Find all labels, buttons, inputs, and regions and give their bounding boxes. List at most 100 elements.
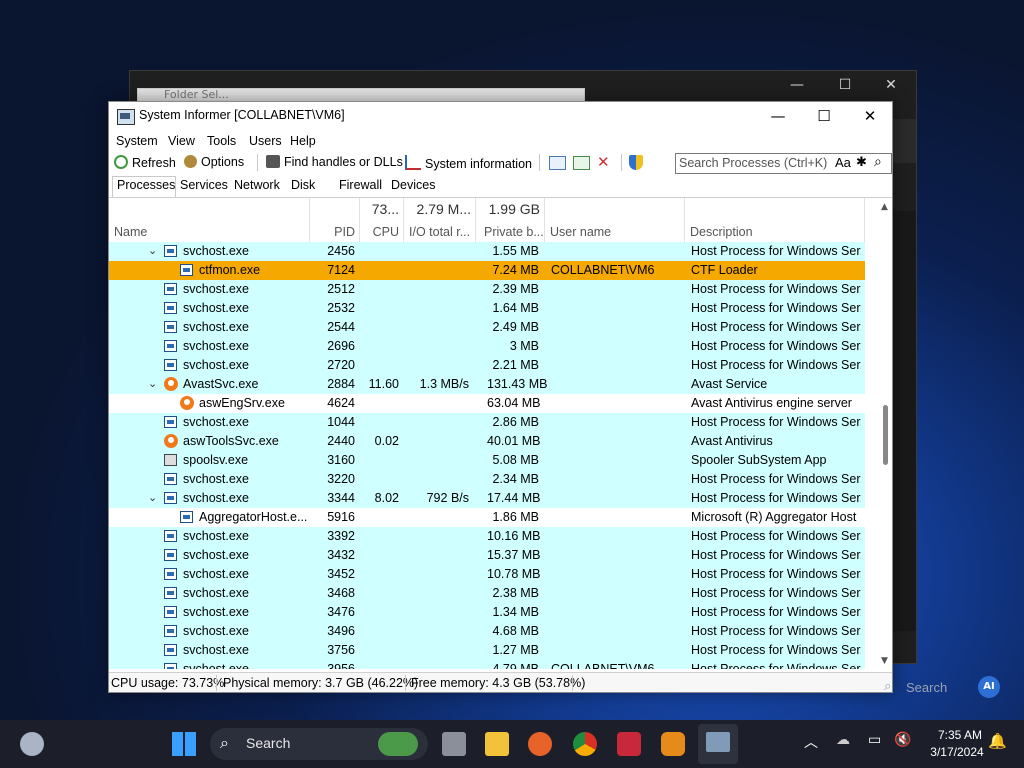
- close-button[interactable]: ✕: [847, 102, 892, 132]
- file-explorer-icon[interactable]: [485, 732, 509, 756]
- clock-date[interactable]: 3/17/2024: [922, 745, 992, 759]
- process-row[interactable]: aswEngSrv.exe 4624 63.04 MB Avast Antivirus…: [109, 394, 865, 413]
- window-arrow-icon[interactable]: [573, 156, 590, 170]
- title-bar[interactable]: System Informer [COLLABNET\VM6] — ☐ ✕: [109, 102, 892, 132]
- close-icon[interactable]: ✕: [876, 77, 906, 93]
- menu-view[interactable]: View: [168, 134, 195, 148]
- process-row[interactable]: svchost.exe 2532 1.64 MB Host Process for W…: [109, 299, 865, 318]
- tab-services[interactable]: Services: [180, 178, 228, 192]
- process-row[interactable]: svchost.exe 2720 2.21 MB Host Process for W…: [109, 356, 865, 375]
- service-icon: [164, 663, 177, 669]
- maximize-button[interactable]: ☐: [801, 102, 847, 132]
- process-row[interactable]: spoolsv.exe 3160 5.08 MB Spooler SubSystem …: [109, 451, 865, 470]
- service-icon: [164, 492, 177, 504]
- system-information-button[interactable]: System information: [405, 155, 532, 173]
- chrome-icon[interactable]: [573, 732, 597, 756]
- process-description: Host Process for Windows Ser...: [691, 320, 861, 334]
- regex-icon[interactable]: ✱: [856, 155, 867, 170]
- minimize-button[interactable]: —: [755, 102, 801, 132]
- menu-users[interactable]: Users: [249, 134, 282, 148]
- process-row[interactable]: svchost.exe 3220 2.34 MB Host Process for W…: [109, 470, 865, 489]
- process-row[interactable]: svchost.exe 2544 2.49 MB Host Process for W…: [109, 318, 865, 337]
- process-row[interactable]: ⌄ svchost.exe 2456 1.55 MB Host Process for …: [109, 242, 865, 261]
- shield-icon[interactable]: [629, 155, 643, 170]
- weather-icon[interactable]: [20, 732, 44, 756]
- chevron-down-icon[interactable]: ⌄: [148, 377, 157, 390]
- cloud-icon[interactable]: ☁: [836, 732, 850, 748]
- process-row[interactable]: svchost.exe 3956 4.79 MB COLLABNET\VM6 Host …: [109, 660, 865, 669]
- find-handles-button[interactable]: Find handles or DLLs: [266, 155, 403, 173]
- chart-icon: [405, 155, 421, 170]
- options-button[interactable]: Options: [184, 155, 244, 173]
- process-row[interactable]: ⌄ AvastSvc.exe 2884 11.60 1.3 MB/s 131.43 MB A…: [109, 375, 865, 394]
- process-row[interactable]: svchost.exe 3756 1.27 MB Host Process for W…: [109, 641, 865, 660]
- process-row[interactable]: svchost.exe 2696 3 MB Host Process for Wind…: [109, 337, 865, 356]
- chevron-down-icon[interactable]: ⌄: [148, 491, 157, 504]
- system-informer-taskbar-button[interactable]: [698, 724, 738, 764]
- column-pid[interactable]: PID: [310, 198, 360, 242]
- scroll-up-icon[interactable]: ▲: [881, 202, 888, 212]
- process-row[interactable]: svchost.exe 3452 10.78 MB Host Process for …: [109, 565, 865, 584]
- recorder-icon[interactable]: [617, 732, 641, 756]
- terminate-icon[interactable]: ✕: [597, 153, 610, 171]
- minimize-icon[interactable]: —: [782, 77, 812, 93]
- menu-system[interactable]: System: [116, 134, 158, 148]
- process-row[interactable]: svchost.exe 1044 2.86 MB Host Process for W…: [109, 413, 865, 432]
- clock-time[interactable]: 7:35 AM: [930, 728, 990, 742]
- column-name[interactable]: Name: [109, 198, 310, 242]
- notification-bell-icon[interactable]: 🔔: [988, 732, 1007, 750]
- process-private-bytes: 3 MB: [509, 339, 539, 353]
- tab-firewall[interactable]: Firewall: [339, 178, 382, 192]
- chevron-down-icon[interactable]: ⌄: [148, 244, 157, 257]
- process-private-bytes: 2.86 MB: [492, 415, 539, 429]
- private-total: 1.99 GB: [488, 201, 540, 217]
- process-pid: 2456: [327, 244, 355, 258]
- process-row[interactable]: svchost.exe 3468 2.38 MB Host Process for W…: [109, 584, 865, 603]
- task-view-icon[interactable]: [442, 732, 466, 756]
- ai-icon[interactable]: AI: [978, 676, 1000, 698]
- process-description: Microsoft (R) Aggregator Host: [691, 510, 857, 524]
- column-cpu[interactable]: 73... CPU: [360, 198, 404, 242]
- window-icon[interactable]: [549, 156, 566, 170]
- menu-tools[interactable]: Tools: [207, 134, 236, 148]
- process-pid: 3476: [327, 605, 355, 619]
- menu-bar: System View Tools Users Help: [109, 132, 892, 152]
- start-icon[interactable]: [172, 732, 196, 756]
- process-row[interactable]: ⌄ svchost.exe 3344 8.02 792 B/s 17.44 MB Host …: [109, 489, 865, 508]
- avast-icon: [164, 434, 178, 448]
- firefox-icon[interactable]: [528, 732, 552, 756]
- taskbar-search[interactable]: ⌕ Search: [210, 728, 428, 760]
- process-row[interactable]: ctfmon.exe 7124 7.24 MB COLLABNET\VM6 CTF Lo…: [109, 261, 865, 280]
- vertical-scrollbar[interactable]: ▲ ▼: [879, 198, 892, 669]
- process-row[interactable]: svchost.exe 3476 1.34 MB Host Process for W…: [109, 603, 865, 622]
- tab-network[interactable]: Network: [234, 178, 280, 192]
- process-row[interactable]: svchost.exe 3496 4.68 MB Host Process for W…: [109, 622, 865, 641]
- column-private-bytes[interactable]: 1.99 GB Private b...: [476, 198, 545, 242]
- tab-devices[interactable]: Devices: [391, 178, 435, 192]
- scroll-thumb[interactable]: [883, 405, 888, 465]
- process-row[interactable]: AggregatorHost.e... 5916 1.86 MB Microsoft …: [109, 508, 865, 527]
- search-input[interactable]: Search Processes (Ctrl+K) Aa ✱ ⌕: [675, 153, 892, 174]
- process-row[interactable]: aswToolsSvc.exe 2440 0.02 40.01 MB Avast Ant…: [109, 432, 865, 451]
- column-io[interactable]: 2.79 M... I/O total r...: [404, 198, 476, 242]
- tab-disk[interactable]: Disk: [291, 178, 315, 192]
- maximize-icon[interactable]: ☐: [830, 77, 860, 93]
- process-row[interactable]: svchost.exe 3432 15.37 MB Host Process for …: [109, 546, 865, 565]
- process-row[interactable]: svchost.exe 3392 10.16 MB Host Process for …: [109, 527, 865, 546]
- process-description: Host Process for Windows Ser...: [691, 282, 861, 296]
- process-row[interactable]: svchost.exe 2512 2.39 MB Host Process for W…: [109, 280, 865, 299]
- chevron-up-icon[interactable]: ︿: [804, 732, 818, 752]
- volume-muted-icon[interactable]: 🔇: [894, 732, 911, 748]
- tab-processes-label[interactable]: Processes: [117, 178, 175, 192]
- background-panel: [890, 119, 916, 163]
- avast-browser-icon[interactable]: [661, 732, 685, 756]
- match-case-toggle[interactable]: Aa: [835, 155, 851, 170]
- column-description[interactable]: Description: [685, 198, 865, 242]
- refresh-button[interactable]: Refresh: [114, 155, 176, 173]
- search-icon[interactable]: ⌕: [874, 154, 882, 170]
- menu-help[interactable]: Help: [290, 134, 316, 148]
- scroll-down-icon[interactable]: ▼: [881, 656, 888, 666]
- column-user-name[interactable]: User name: [545, 198, 685, 242]
- network-icon[interactable]: ▭: [868, 732, 881, 748]
- process-description: CTF Loader: [691, 263, 758, 277]
